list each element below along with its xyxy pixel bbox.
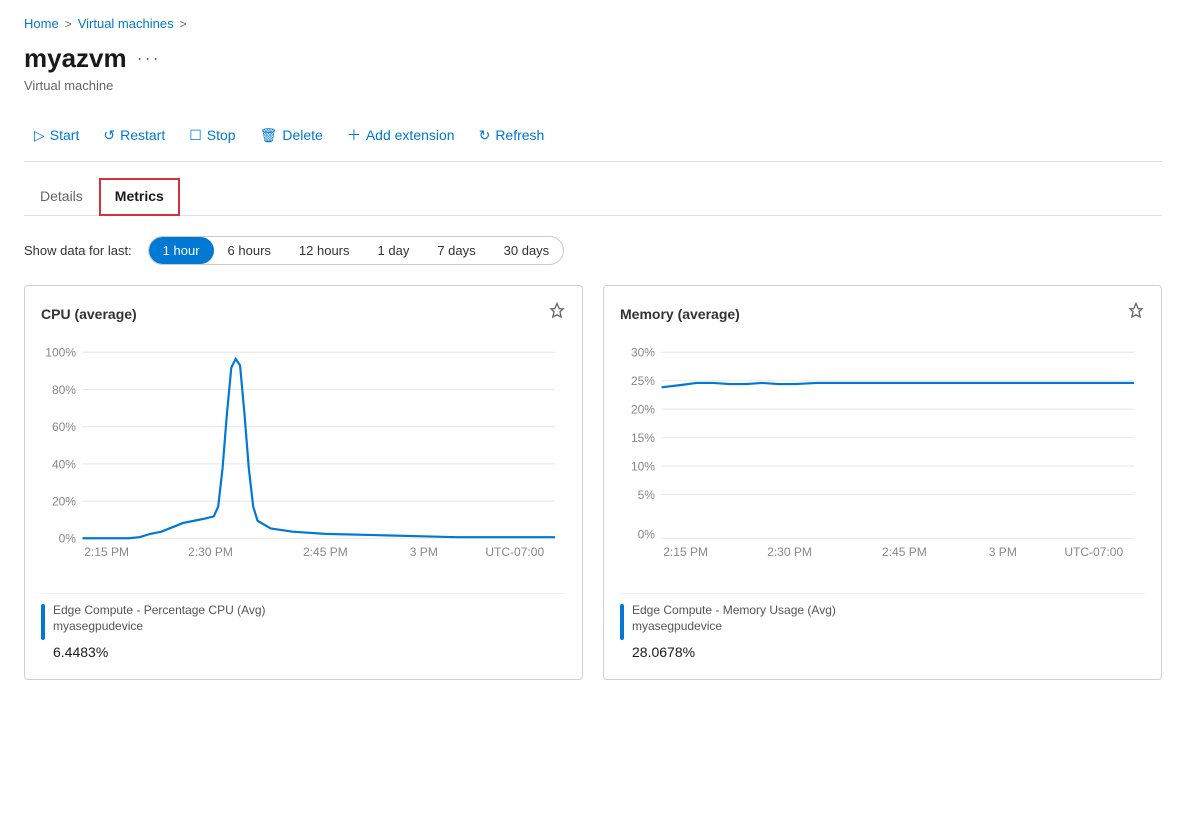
memory-chart-svg-wrapper: 30% 25% 20% 15% 10% 5% 0% bbox=[620, 337, 1145, 581]
cpu-legend-device: myasegpudevice bbox=[53, 618, 266, 635]
svg-text:0%: 0% bbox=[59, 532, 77, 546]
cpu-legend-info: Edge Compute - Percentage CPU (Avg) myas… bbox=[53, 602, 266, 664]
svg-text:2:15 PM: 2:15 PM bbox=[84, 545, 129, 559]
refresh-button[interactable]: ↻ Refresh bbox=[469, 121, 555, 150]
svg-text:10%: 10% bbox=[631, 459, 655, 473]
time-filter-label: Show data for last: bbox=[24, 243, 132, 258]
delete-button[interactable]: 🗑 Delete bbox=[250, 121, 333, 150]
refresh-label: Refresh bbox=[495, 127, 544, 143]
restart-button[interactable]: ↺ Restart bbox=[93, 121, 175, 150]
more-menu-icon[interactable]: ··· bbox=[137, 48, 161, 69]
page-subtitle: Virtual machine bbox=[24, 78, 1162, 93]
time-pill-7days[interactable]: 7 days bbox=[423, 237, 489, 264]
breadcrumb-sep1: > bbox=[65, 17, 72, 31]
svg-text:2:45 PM: 2:45 PM bbox=[882, 545, 927, 559]
memory-chart-card: Memory (average) 30% 25% 20% 15% 10% 5% … bbox=[603, 285, 1162, 680]
restart-label: Restart bbox=[120, 127, 165, 143]
tab-details[interactable]: Details bbox=[24, 178, 99, 216]
time-filter-pills: 1 hour 6 hours 12 hours 1 day 7 days 30 … bbox=[148, 236, 565, 265]
page-header: myazvm ··· bbox=[24, 43, 1162, 74]
time-pill-30days[interactable]: 30 days bbox=[490, 237, 564, 264]
svg-text:40%: 40% bbox=[52, 457, 76, 471]
restart-icon: ↺ bbox=[103, 127, 115, 144]
svg-text:3 PM: 3 PM bbox=[989, 545, 1017, 559]
svg-text:60%: 60% bbox=[52, 420, 76, 434]
toolbar: ▷ Start ↺ Restart ☐ Stop 🗑 Delete ＋ Add … bbox=[24, 109, 1162, 162]
start-button[interactable]: ▷ Start bbox=[24, 121, 89, 150]
svg-text:2:45 PM: 2:45 PM bbox=[303, 545, 348, 559]
svg-text:20%: 20% bbox=[631, 403, 655, 417]
start-icon: ▷ bbox=[34, 127, 45, 144]
cpu-legend-value: 6.4483% bbox=[53, 637, 266, 663]
memory-pin-icon[interactable] bbox=[1127, 302, 1145, 325]
time-pill-12hours[interactable]: 12 hours bbox=[285, 237, 364, 264]
memory-chart-header: Memory (average) bbox=[620, 302, 1145, 325]
cpu-chart-svg-wrapper: 100% 80% 60% 40% 20% 0% 2:15 P bbox=[41, 337, 566, 581]
time-filter-row: Show data for last: 1 hour 6 hours 12 ho… bbox=[24, 236, 1162, 265]
svg-text:5%: 5% bbox=[638, 488, 656, 502]
svg-text:2:30 PM: 2:30 PM bbox=[188, 545, 233, 559]
svg-text:30%: 30% bbox=[631, 346, 655, 360]
memory-legend-device: myasegpudevice bbox=[632, 618, 836, 635]
cpu-chart-card: CPU (average) 100% 80% 60% 40% 20% 0% bbox=[24, 285, 583, 680]
page-title: myazvm bbox=[24, 43, 127, 74]
refresh-icon: ↻ bbox=[479, 127, 491, 144]
svg-text:20%: 20% bbox=[52, 494, 76, 508]
add-icon: ＋ bbox=[347, 125, 361, 145]
svg-text:80%: 80% bbox=[52, 383, 76, 397]
cpu-chart-title: CPU (average) bbox=[41, 306, 137, 322]
svg-text:2:15 PM: 2:15 PM bbox=[663, 545, 708, 559]
memory-legend-color bbox=[620, 604, 624, 640]
svg-text:3 PM: 3 PM bbox=[410, 545, 438, 559]
tab-metrics[interactable]: Metrics bbox=[99, 178, 180, 216]
cpu-chart-header: CPU (average) bbox=[41, 302, 566, 325]
stop-button[interactable]: ☐ Stop bbox=[179, 121, 245, 150]
svg-text:100%: 100% bbox=[45, 346, 76, 360]
charts-grid: CPU (average) 100% 80% 60% 40% 20% 0% bbox=[24, 285, 1162, 680]
time-pill-1day[interactable]: 1 day bbox=[364, 237, 424, 264]
start-label: Start bbox=[50, 127, 80, 143]
breadcrumb-sep2: > bbox=[180, 17, 187, 31]
breadcrumb-home[interactable]: Home bbox=[24, 16, 59, 31]
stop-icon: ☐ bbox=[189, 127, 202, 144]
breadcrumb-vms[interactable]: Virtual machines bbox=[78, 16, 174, 31]
cpu-legend-color bbox=[41, 604, 45, 640]
cpu-legend-series: Edge Compute - Percentage CPU (Avg) bbox=[53, 602, 266, 619]
svg-text:UTC-07:00: UTC-07:00 bbox=[485, 545, 544, 559]
stop-label: Stop bbox=[207, 127, 236, 143]
memory-legend-series: Edge Compute - Memory Usage (Avg) bbox=[632, 602, 836, 619]
svg-text:UTC-07:00: UTC-07:00 bbox=[1064, 545, 1123, 559]
breadcrumb: Home > Virtual machines > bbox=[24, 16, 1162, 31]
add-extension-label: Add extension bbox=[366, 127, 455, 143]
tabs-bar: Details Metrics bbox=[24, 178, 1162, 216]
memory-chart-title: Memory (average) bbox=[620, 306, 740, 322]
svg-text:15%: 15% bbox=[631, 431, 655, 445]
cpu-chart-legend: Edge Compute - Percentage CPU (Avg) myas… bbox=[41, 593, 566, 664]
time-pill-1hour[interactable]: 1 hour bbox=[149, 237, 214, 264]
cpu-pin-icon[interactable] bbox=[548, 302, 566, 325]
memory-chart-legend: Edge Compute - Memory Usage (Avg) myaseg… bbox=[620, 593, 1145, 664]
delete-label: Delete bbox=[282, 127, 322, 143]
memory-legend-value: 28.0678% bbox=[632, 637, 836, 663]
memory-legend-info: Edge Compute - Memory Usage (Avg) myaseg… bbox=[632, 602, 836, 664]
time-pill-6hours[interactable]: 6 hours bbox=[214, 237, 285, 264]
svg-text:0%: 0% bbox=[638, 527, 656, 541]
delete-icon: 🗑 bbox=[260, 127, 278, 144]
svg-text:2:30 PM: 2:30 PM bbox=[767, 545, 812, 559]
add-extension-button[interactable]: ＋ Add extension bbox=[337, 119, 465, 151]
svg-text:25%: 25% bbox=[631, 374, 655, 388]
